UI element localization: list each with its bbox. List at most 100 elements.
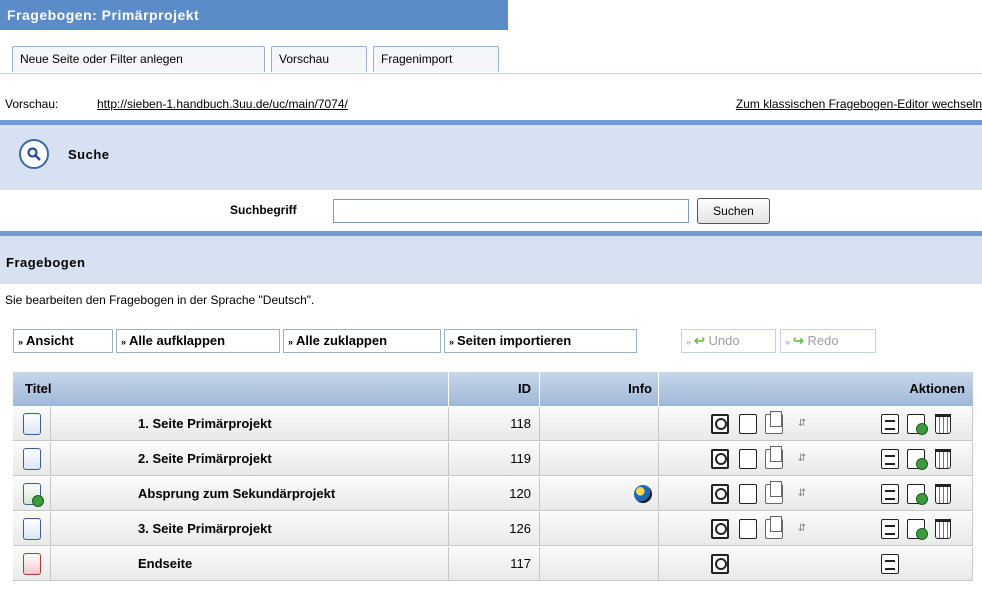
search-heading: Suche [68, 147, 110, 162]
search-section-header: Suche [0, 125, 982, 190]
row-actions: ⇵ [659, 442, 973, 476]
row-info [540, 547, 659, 581]
edit-icon[interactable] [881, 414, 899, 434]
search-button[interactable]: Suchen [697, 198, 770, 224]
row-info [540, 442, 659, 476]
preview-magnifier-icon[interactable] [711, 484, 729, 504]
chevron-right-icon: » [121, 337, 127, 347]
edit-icon[interactable] [881, 484, 899, 504]
copy-icon[interactable] [765, 516, 783, 539]
tab-new-page-or-filter[interactable]: Neue Seite oder Filter anlegen [12, 46, 265, 72]
row-title[interactable]: 2. Seite Primärprojekt [51, 442, 449, 476]
tab-bar: Neue Seite oder Filter anlegen Vorschau … [0, 30, 982, 74]
copy-icon[interactable] [765, 481, 783, 504]
tab-preview[interactable]: Vorschau [271, 46, 367, 72]
row-info [540, 512, 659, 546]
page-icon[interactable] [739, 414, 757, 434]
import-pages-button[interactable]: » Seiten importieren [444, 329, 637, 353]
chevron-right-icon: » [785, 337, 791, 347]
table-row[interactable]: Absprung zum Sekundärprojekt 120 ⇵ [13, 477, 973, 511]
table-row[interactable]: Endseite 117 [13, 547, 973, 581]
move-icon[interactable]: ⇵ [793, 414, 811, 434]
questionnaire-heading: Fragebogen [6, 255, 86, 270]
edit-icon[interactable] [881, 554, 899, 574]
chevron-right-icon: » [686, 337, 692, 347]
move-icon[interactable]: ⇵ [793, 519, 811, 539]
preview-url-link[interactable]: http://sieben-1.handbuch.3uu.de/uc/main/… [97, 88, 348, 120]
column-header-actions: Aktionen [909, 381, 965, 396]
row-title[interactable]: Endseite [51, 547, 449, 581]
page-red-icon[interactable] [22, 553, 41, 575]
chevron-right-icon: » [18, 337, 24, 347]
redo-icon: ↪ [793, 333, 804, 348]
row-actions [659, 547, 973, 581]
preview-magnifier-icon[interactable] [711, 449, 729, 469]
row-actions: ⇵ [659, 512, 973, 546]
row-info [540, 477, 659, 511]
page-blue-icon[interactable] [22, 518, 41, 540]
search-input[interactable] [333, 199, 689, 223]
search-icon[interactable] [19, 139, 49, 169]
view-button[interactable]: » Ansicht [13, 329, 113, 353]
title-bar-filler [508, 0, 982, 30]
row-actions: ⇵ [659, 477, 973, 511]
trash-icon[interactable] [935, 519, 951, 539]
search-term-label: Suchbegriff [230, 203, 297, 217]
tab-question-import[interactable]: Fragenimport [373, 46, 499, 72]
undo-button[interactable]: » ↩ Undo [681, 329, 776, 353]
add-page-icon[interactable] [907, 484, 928, 505]
questionnaire-section-header: Fragebogen [0, 236, 982, 284]
language-note: Sie bearbeiten den Fragebogen in der Spr… [5, 293, 315, 307]
add-page-icon[interactable] [907, 449, 928, 470]
chevron-right-icon: » [449, 337, 455, 347]
table-row[interactable]: 1. Seite Primärprojekt 118 ⇵ [13, 407, 973, 441]
preview-magnifier-icon[interactable] [711, 554, 729, 574]
row-id: 119 [449, 442, 540, 476]
move-icon[interactable]: ⇵ [793, 449, 811, 469]
row-id: 120 [449, 477, 540, 511]
expand-all-button[interactable]: » Alle aufklappen [116, 329, 280, 353]
window-title: Fragebogen: Primärprojekt [0, 0, 508, 30]
edit-icon[interactable] [881, 519, 899, 539]
add-page-icon[interactable] [907, 414, 928, 435]
row-title[interactable]: Absprung zum Sekundärprojekt [51, 477, 449, 511]
preview-magnifier-icon[interactable] [711, 414, 729, 434]
page-icon[interactable] [739, 519, 757, 539]
copy-icon[interactable] [765, 446, 783, 469]
row-title[interactable]: 1. Seite Primärprojekt [51, 407, 449, 441]
row-id: 126 [449, 512, 540, 546]
trash-icon[interactable] [935, 414, 951, 434]
row-info [540, 407, 659, 441]
preview-magnifier-icon[interactable] [711, 519, 729, 539]
collapse-all-button[interactable]: » Alle zuklappen [283, 329, 441, 353]
undo-icon: ↩ [694, 333, 705, 348]
search-row: Suchbegriff Suchen [0, 192, 982, 230]
redo-button[interactable]: » ↪ Redo [780, 329, 876, 353]
column-header-info: Info [540, 372, 659, 406]
page-icon[interactable] [739, 449, 757, 469]
row-id: 117 [449, 547, 540, 581]
table-row[interactable]: 2. Seite Primärprojekt 119 ⇵ [13, 442, 973, 476]
trash-icon[interactable] [935, 449, 951, 469]
classic-editor-link[interactable]: Zum klassischen Fragebogen-Editor wechse… [736, 88, 982, 120]
globe-icon[interactable] [634, 485, 652, 503]
row-title[interactable]: 3. Seite Primärprojekt [51, 512, 449, 546]
table-row[interactable]: 3. Seite Primärprojekt 126 ⇵ [13, 512, 973, 546]
edit-icon[interactable] [881, 449, 899, 469]
preview-row: Vorschau: http://sieben-1.handbuch.3uu.d… [0, 88, 982, 120]
copy-icon[interactable] [765, 411, 783, 434]
page-blue-icon[interactable] [22, 448, 41, 470]
column-header-title[interactable]: Titel [13, 372, 449, 406]
table-header: Titel ID Info Aktionen [13, 372, 973, 406]
page-green-icon[interactable] [22, 483, 44, 507]
row-actions: ⇵ [659, 407, 973, 441]
move-icon[interactable]: ⇵ [793, 484, 811, 504]
chevron-right-icon: » [288, 337, 294, 347]
trash-icon[interactable] [935, 484, 951, 504]
add-page-icon[interactable] [907, 519, 928, 540]
preview-label: Vorschau: [5, 97, 59, 111]
page-icon[interactable] [739, 484, 757, 504]
column-header-id[interactable]: ID [449, 372, 540, 406]
page-blue-icon[interactable] [22, 413, 41, 435]
row-id: 118 [449, 407, 540, 441]
